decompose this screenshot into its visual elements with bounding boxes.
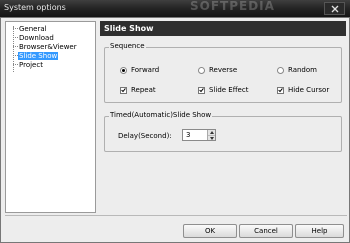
tree-item-label: Project [19,60,43,69]
cancel-button[interactable]: Cancel [239,224,293,238]
arrow-up-icon [209,131,214,134]
tree-branch [13,64,18,65]
tree-branch [13,46,18,47]
delay-stepper[interactable]: 3 [182,129,216,141]
dialog-body: General Download Browser&Viewer Slide Sh… [0,17,350,243]
radio-button[interactable] [198,66,205,74]
arrow-down-icon [209,136,214,140]
radio-label: Reverse [209,66,238,74]
checkmark-icon [199,88,204,93]
tree-branch [13,55,18,56]
sequence-legend: Sequence [109,42,146,50]
delay-value[interactable]: 3 [186,131,190,139]
checkbox-hide-cursor[interactable]: Hide Cursor [277,86,329,94]
close-icon [331,5,338,12]
radio-forward[interactable]: Forward [120,66,159,74]
tree-item-label: Download [19,33,54,42]
radio-reverse[interactable]: Reverse [198,66,237,74]
tree-item-slide-show[interactable]: Slide Show [6,51,95,60]
close-button[interactable] [324,2,345,15]
tree-item-general[interactable]: General [6,24,95,33]
tree-item-project[interactable]: Project [6,60,95,69]
panel-title: Slide Show [100,21,346,36]
tree-item-download[interactable]: Download [6,33,95,42]
radio-button[interactable] [277,66,284,74]
tree-item-label: Slide Show [18,51,59,60]
radio-button[interactable] [120,66,127,74]
radio-random[interactable]: Random [277,66,317,74]
checkbox[interactable] [277,86,284,94]
stepper-down-button[interactable] [208,135,215,140]
tree-branch [13,28,18,29]
checkbox-label: Hide Cursor [288,86,330,94]
tree-branch [13,37,18,38]
tree-item-label: General [19,24,47,33]
radio-label: Random [288,66,317,74]
options-tree[interactable]: General Download Browser&Viewer Slide Sh… [5,21,96,213]
checkbox-slide-effect[interactable]: Slide Effect [198,86,248,94]
checkbox-repeat[interactable]: Repeat [120,86,156,94]
checkbox-label: Slide Effect [209,86,249,94]
checkbox-label: Repeat [131,86,156,94]
help-button[interactable]: Help [295,224,344,238]
checkmark-icon [278,88,283,93]
checkbox[interactable] [120,86,127,94]
sequence-group: Sequence [104,42,342,103]
stepper-buttons [207,130,215,140]
tree-item-label: Browser&Viewer [19,42,77,51]
tree-item-browser-viewer[interactable]: Browser&Viewer [6,42,95,51]
watermark: SOFTPEDIA [190,0,275,13]
window-title: System options [4,3,66,12]
checkmark-icon [121,88,126,93]
footer-divider [5,215,347,216]
checkbox[interactable] [198,86,205,94]
ok-button[interactable]: OK [183,224,237,238]
title-bar: System options SOFTPEDIA [0,0,350,17]
timed-legend: Timed(Automatic)Slide Show [109,111,213,119]
radio-selected-dot [122,68,125,72]
radio-label: Forward [131,66,160,74]
delay-label: Delay(Second): [118,132,172,140]
